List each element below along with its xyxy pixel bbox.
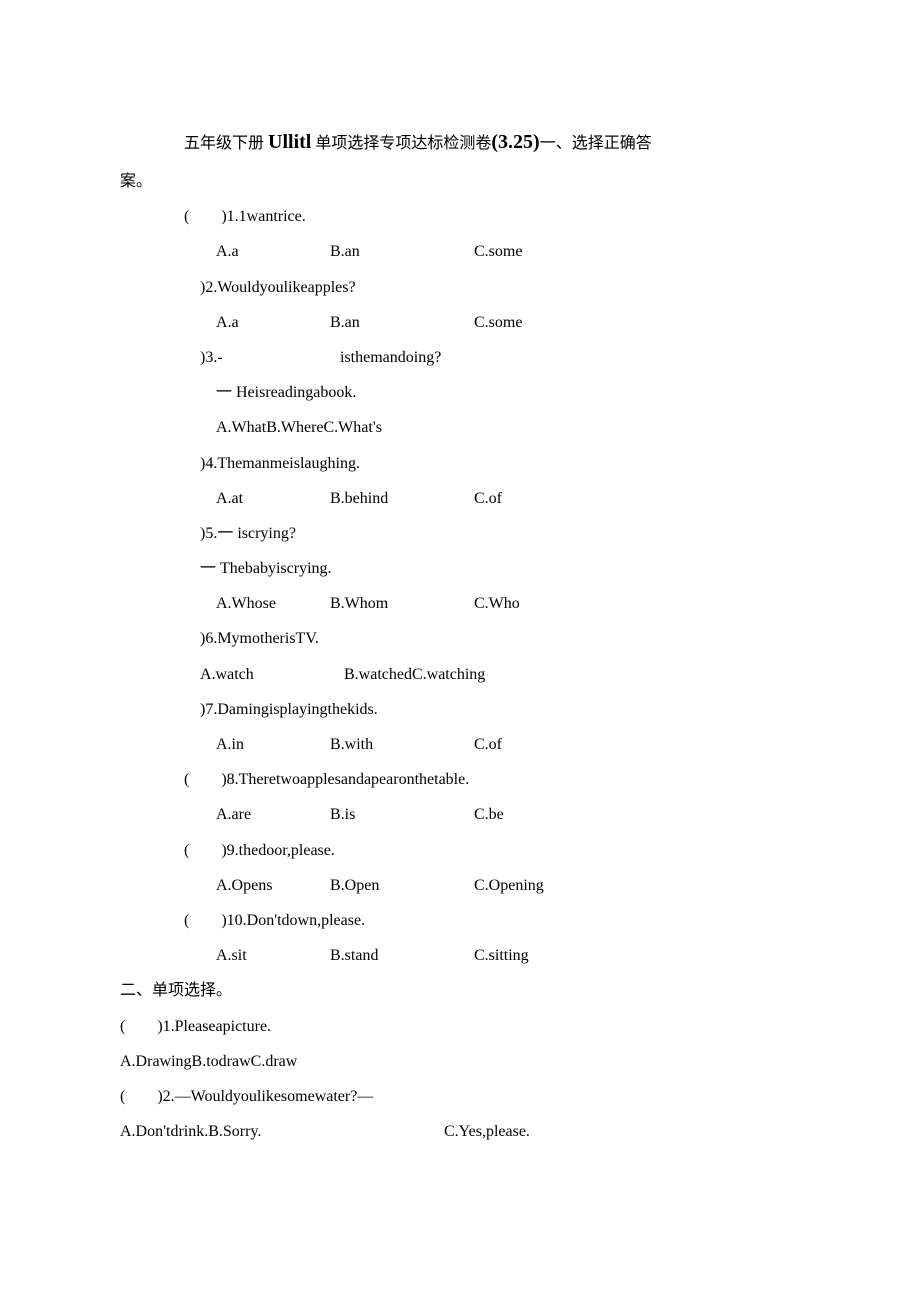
s2-q2-opt-c: C.Yes,please.: [444, 1114, 530, 1149]
question-9: ( )9.thedoor,please.: [120, 833, 800, 868]
q1-options: A.a B.an C.some: [120, 234, 800, 269]
q6-options: A.watch B.watchedC.watching: [120, 657, 800, 692]
title-line: 五年级下册 Ullitl 单项选择专项达标检测卷(3.25)一、选择正确答: [120, 120, 800, 164]
q4-text: Themanmeislaughing.: [217, 455, 360, 472]
q7-opt-b: B.with: [330, 727, 470, 762]
question-10: ( )10.Don'tdown,please.: [120, 903, 800, 938]
q7-options: A.in B.with C.of: [120, 727, 800, 762]
q9-opt-a: A.Opens: [216, 868, 326, 903]
q8-num: ( )8.: [184, 771, 239, 788]
q1-opt-c: C.some: [474, 234, 522, 269]
q3-text: isthemandoing?: [340, 349, 441, 366]
s2-q1-num: ( )1.: [120, 1018, 175, 1035]
q5-opt-c: C.Who: [474, 586, 520, 621]
q5-options: A.Whose B.Whom C.Who: [120, 586, 800, 621]
q4-opt-a: A.at: [216, 481, 326, 516]
q8-opt-b: B.is: [330, 797, 470, 832]
q5-num: )5.: [200, 525, 217, 542]
q7-text: Damingisplayingthekids.: [217, 701, 377, 718]
q5-opt-a: A.Whose: [216, 586, 326, 621]
q2-opt-c: C.some: [474, 305, 522, 340]
q9-text: thedoor,please.: [239, 842, 335, 859]
s2-question-1: ( )1.Pleaseapicture.: [120, 1009, 800, 1044]
title-mid: 单项选择专项达标检测卷: [311, 135, 491, 152]
s2-q1-options: A.DrawingB.todrawC.draw: [120, 1044, 800, 1079]
s2-q2-text: —Wouldyoulikesomewater?—: [175, 1088, 374, 1105]
question-5: )5.一 iscrying?: [120, 516, 800, 551]
q7-num: )7.: [200, 701, 217, 718]
q6-text: MymotherisTV.: [217, 630, 318, 647]
section-2-heading: 二、单项选择。: [120, 973, 800, 1008]
q2-opt-a: A.a: [216, 305, 326, 340]
q1-opt-b: B.an: [330, 234, 470, 269]
q2-opt-b: B.an: [330, 305, 470, 340]
q3-answer: 一 Heisreadingabook.: [120, 375, 800, 410]
q6-opt-a: A.watch: [200, 657, 340, 692]
q6-num: )6.: [200, 630, 217, 647]
s2-question-2: ( )2.—Wouldyoulikesomewater?—: [120, 1079, 800, 1114]
q8-opt-c: C.be: [474, 797, 504, 832]
q9-num: ( )9.: [184, 842, 239, 859]
q10-text: Don'tdown,please.: [247, 912, 365, 929]
q8-text: Theretwoapplesandapearonthetable.: [239, 771, 470, 788]
title-paren: (3.25): [491, 131, 539, 153]
q1-opt-a: A.a: [216, 234, 326, 269]
q4-opt-c: C.of: [474, 481, 502, 516]
q2-num: )2.: [200, 279, 217, 296]
q4-opt-b: B.behind: [330, 481, 470, 516]
q10-opt-b: B.stand: [330, 938, 470, 973]
q9-opt-c: C.Opening: [474, 868, 544, 903]
q8-opt-a: A.are: [216, 797, 326, 832]
q10-opt-c: C.sitting: [474, 938, 529, 973]
question-6: )6.MymotherisTV.: [120, 621, 800, 656]
title-code: Ullitl: [268, 131, 311, 153]
q1-num: ( )1.: [184, 208, 239, 225]
q7-opt-c: C.of: [474, 727, 502, 762]
question-4: )4.Themanmeislaughing.: [120, 446, 800, 481]
q5-opt-b: B.Whom: [330, 586, 470, 621]
s2-q1-text: Pleaseapicture.: [175, 1018, 271, 1035]
page-content: 五年级下册 Ullitl 单项选择专项达标检测卷(3.25)一、选择正确答 案。…: [0, 0, 920, 1209]
title-prefix: 五年级下册: [184, 135, 268, 152]
q7-opt-a: A.in: [216, 727, 326, 762]
q2-text: Wouldyoulikeapples?: [217, 279, 355, 296]
q10-opt-a: A.sit: [216, 938, 326, 973]
q3-options: A.WhatB.WhereC.What's: [120, 410, 800, 445]
q9-options: A.Opens B.Open C.Opening: [120, 868, 800, 903]
q9-opt-b: B.Open: [330, 868, 470, 903]
s2-q2-opt-ab: A.Don'tdrink.B.Sorry.: [120, 1114, 440, 1149]
q10-num: ( )10.: [184, 912, 247, 929]
question-2: )2.Wouldyoulikeapples?: [120, 270, 800, 305]
q3-num: )3.-: [200, 340, 340, 375]
question-3: )3.-isthemandoing?: [120, 340, 800, 375]
question-1: ( )1.1wantrice.: [120, 199, 800, 234]
q5-answer: 一 Thebabyiscrying.: [120, 551, 800, 586]
question-7: )7.Damingisplayingthekids.: [120, 692, 800, 727]
q2-options: A.a B.an C.some: [120, 305, 800, 340]
q1-text: 1wantrice.: [239, 208, 306, 225]
s2-q2-num: ( )2.: [120, 1088, 175, 1105]
q8-options: A.are B.is C.be: [120, 797, 800, 832]
s2-q2-options: A.Don'tdrink.B.Sorry. C.Yes,please.: [120, 1114, 800, 1149]
q6-opt-bc: B.watchedC.watching: [344, 657, 485, 692]
title-tail: 案。: [120, 164, 800, 199]
q4-num: )4.: [200, 455, 217, 472]
q4-options: A.at B.behind C.of: [120, 481, 800, 516]
question-8: ( )8.Theretwoapplesandapearonthetable.: [120, 762, 800, 797]
q10-options: A.sit B.stand C.sitting: [120, 938, 800, 973]
title-section: 一、选择正确答: [540, 135, 652, 152]
q5-text: 一 iscrying?: [217, 525, 296, 542]
